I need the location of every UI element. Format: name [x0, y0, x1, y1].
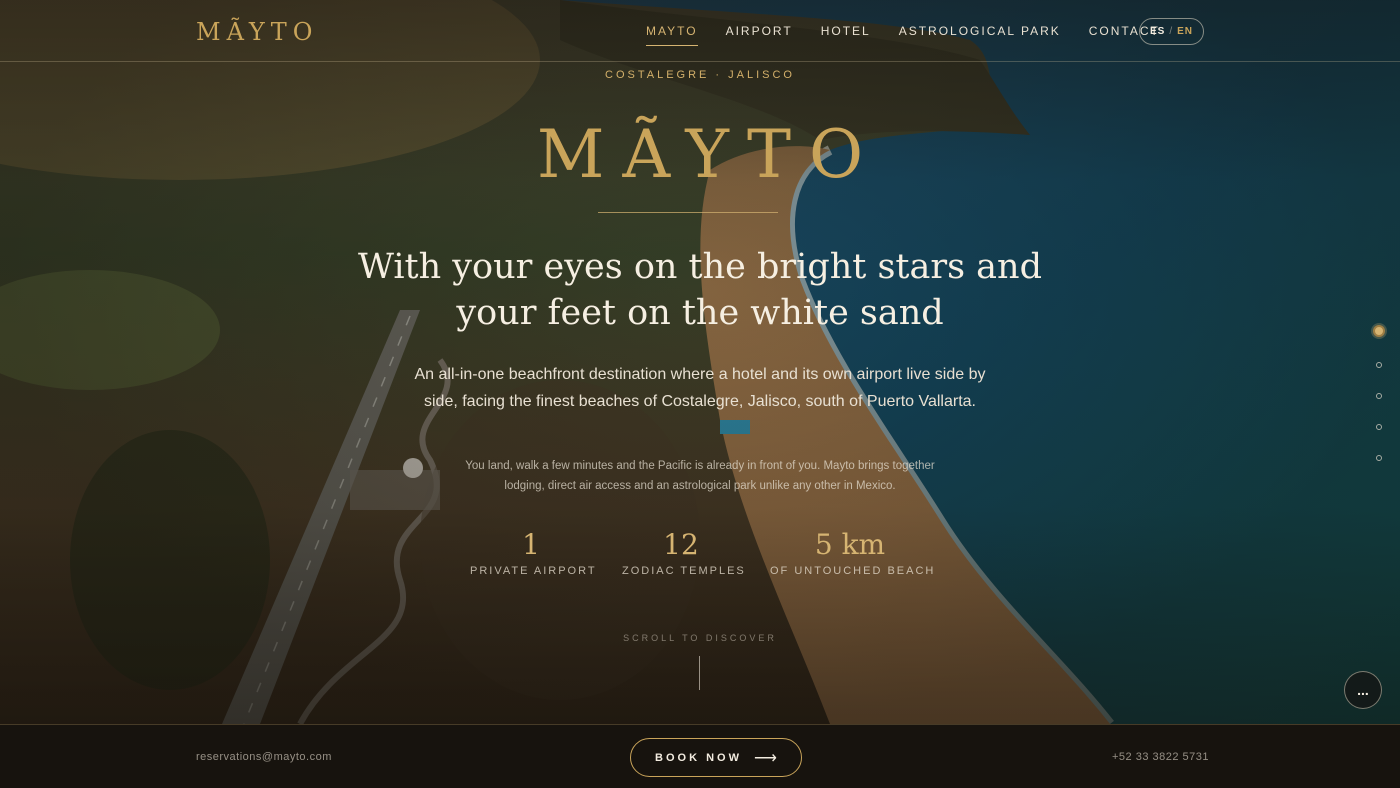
stats-row: 1 PRIVATE AIRPORT 12 ZODIAC TEMPLES 5 km…: [0, 528, 1400, 588]
nav-item-mayto[interactable]: MAYTO: [646, 24, 698, 46]
nav-item-astrological-park[interactable]: ASTROLOGICAL PARK: [899, 24, 1061, 46]
booking-bar: reservations@mayto.com BOOK NOW ⟶ +52 33…: [0, 724, 1400, 788]
scroll-indicator-line: [699, 656, 700, 690]
lang-en[interactable]: EN: [1177, 26, 1193, 37]
stat-beach: 5 km OF UNTOUCHED BEACH: [770, 528, 936, 577]
section-dot-4[interactable]: [1376, 424, 1382, 430]
phone-link[interactable]: +52 33 3822 5731: [1112, 751, 1209, 763]
more-options-button[interactable]: ...: [1344, 671, 1382, 709]
section-dot-2[interactable]: [1376, 362, 1382, 368]
book-now-label: BOOK NOW: [655, 751, 742, 764]
headline-line-2: your feet on the white sand: [456, 293, 944, 333]
stat-value: 1: [522, 528, 540, 561]
main-nav: MAYTO AIRPORT HOTEL ASTROLOGICAL PARK CO…: [646, 24, 1188, 46]
stat-label: OF UNTOUCHED BEACH: [770, 565, 936, 577]
hero-lead: An all-in-one beachfront destination whe…: [414, 366, 986, 410]
hero-headline: With your eyes on the bright stars and y…: [350, 244, 1050, 336]
scroll-hint[interactable]: SCROLL TO DISCOVER: [0, 633, 1400, 643]
section-dot-5[interactable]: [1376, 455, 1382, 461]
hero-logo: MÃYTO: [536, 116, 882, 193]
logo-divider: [598, 212, 778, 213]
hero-subtext: You land, walk a few minutes and the Pac…: [465, 460, 935, 492]
stat-label: ZODIAC TEMPLES: [622, 565, 746, 577]
section-dot-3[interactable]: [1376, 393, 1382, 399]
headline-line-1: With your eyes on the bright stars and: [358, 247, 1042, 287]
stat-temples: 12 ZODIAC TEMPLES: [622, 528, 746, 577]
nav-item-airport[interactable]: AIRPORT: [726, 24, 793, 46]
stat-label: PRIVATE AIRPORT: [470, 565, 597, 577]
book-now-button[interactable]: BOOK NOW ⟶: [630, 738, 802, 777]
arrow-right-icon: ⟶: [754, 749, 777, 767]
stat-airport: 1 PRIVATE AIRPORT: [470, 528, 597, 577]
section-dot-1[interactable]: [1373, 325, 1385, 337]
stat-value: 5 km: [814, 528, 886, 561]
nav-item-hotel[interactable]: HOTEL: [821, 24, 871, 46]
lang-separator: /: [1169, 26, 1174, 37]
top-navigation: MÃYTO MAYTO AIRPORT HOTEL ASTROLOGICAL P…: [0, 0, 1400, 62]
stat-value: 12: [663, 528, 699, 561]
section-dots: [1372, 325, 1386, 486]
language-switcher[interactable]: ES / EN: [1139, 18, 1204, 45]
location-kicker: COSTALEGRE · JALISCO: [605, 69, 795, 81]
lang-es[interactable]: ES: [1150, 26, 1165, 37]
reservations-email-link[interactable]: reservations@mayto.com: [196, 751, 332, 763]
brand-logo[interactable]: MÃYTO: [196, 18, 318, 46]
